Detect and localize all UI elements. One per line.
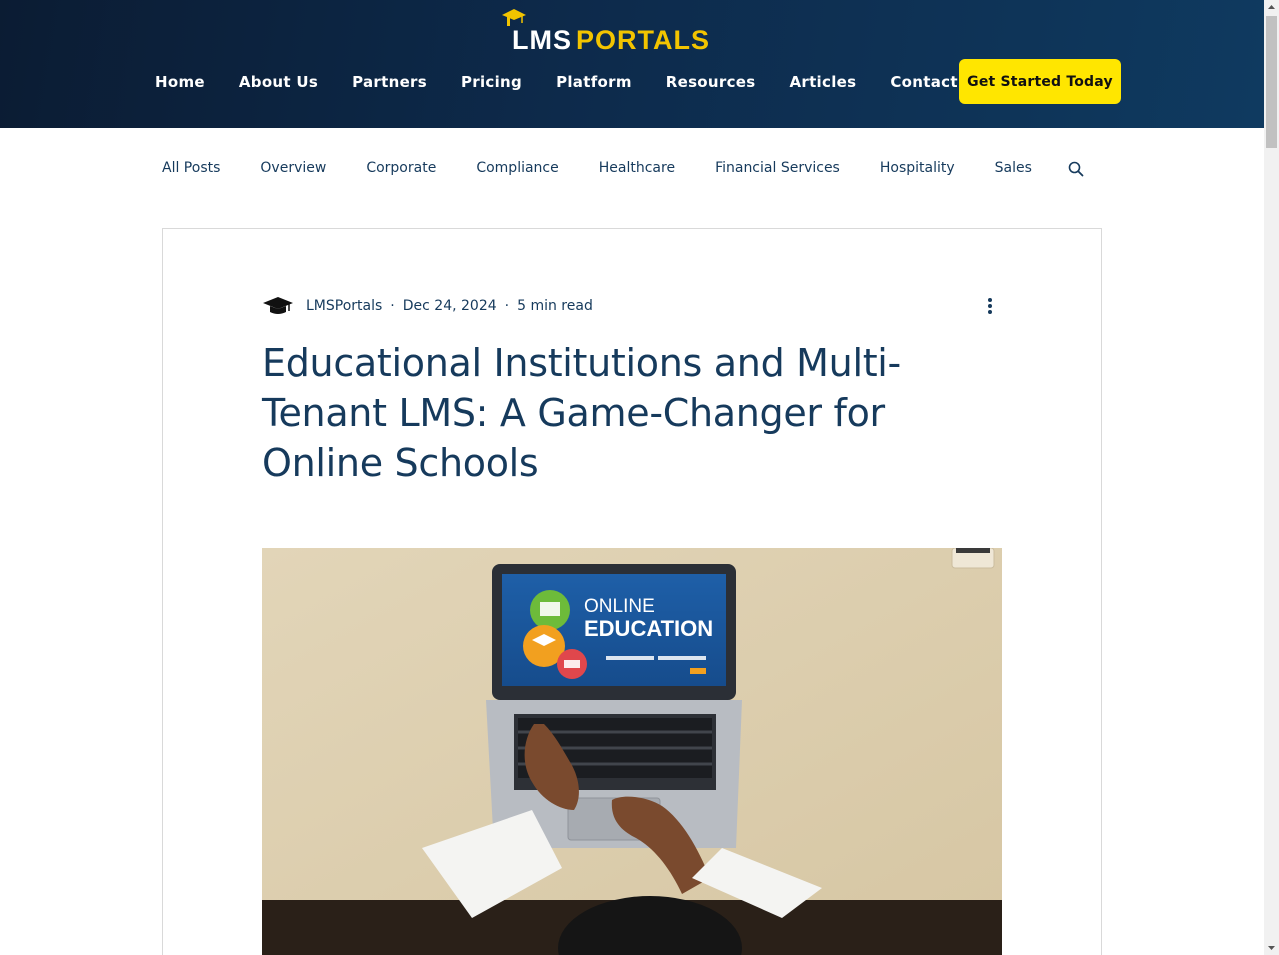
meta-separator: · — [504, 298, 510, 314]
site-header: LMS PORTALS Home About Us Partners Prici… — [0, 0, 1264, 128]
post-hero-image: ONLINE EDUCATION — [262, 548, 1002, 955]
search-icon[interactable] — [1067, 160, 1085, 178]
get-started-button[interactable]: Get Started Today — [959, 59, 1121, 104]
main-nav: Home About Us Partners Pricing Platform … — [138, 64, 1002, 100]
blog-category-bar: All Posts Overview Corporate Compliance … — [162, 150, 1102, 186]
nav-articles[interactable]: Articles — [772, 73, 873, 91]
category-healthcare[interactable]: Healthcare — [599, 160, 675, 176]
post-author[interactable]: LMSPortals — [306, 298, 382, 314]
nav-about-us[interactable]: About Us — [222, 73, 335, 91]
more-vertical-icon[interactable] — [982, 296, 998, 316]
logo-text-portals: PORTALS — [576, 25, 710, 55]
scrollbar-thumb[interactable] — [1266, 16, 1277, 148]
page-scrollbar[interactable] — [1264, 0, 1279, 955]
nav-resources[interactable]: Resources — [649, 73, 773, 91]
meta-separator: · — [390, 298, 395, 314]
site-logo[interactable]: LMS PORTALS — [500, 9, 710, 55]
laptop-photo-illustration: ONLINE EDUCATION — [262, 548, 1002, 955]
category-all-posts[interactable]: All Posts — [162, 160, 220, 176]
category-financial-services[interactable]: Financial Services — [715, 160, 840, 176]
nav-platform[interactable]: Platform — [539, 73, 649, 91]
scroll-down-arrow-icon[interactable] — [1264, 940, 1279, 955]
post-meta: LMSPortals · Dec 24, 2024 · 5 min read — [262, 292, 593, 320]
category-compliance[interactable]: Compliance — [476, 160, 558, 176]
nav-partners[interactable]: Partners — [335, 73, 444, 91]
nav-home[interactable]: Home — [138, 73, 222, 91]
post-read-time: 5 min read — [517, 298, 593, 314]
scroll-up-arrow-icon[interactable] — [1264, 0, 1279, 15]
post-title: Educational Institutions and Multi-Tenan… — [262, 341, 901, 485]
category-hospitality[interactable]: Hospitality — [880, 160, 955, 176]
logo-text-lms: LMS — [512, 25, 572, 55]
graduation-cap-icon[interactable] — [262, 292, 294, 320]
screen-title-line2: EDUCATION — [584, 616, 713, 641]
post-date: Dec 24, 2024 — [402, 298, 497, 314]
nav-pricing[interactable]: Pricing — [444, 73, 539, 91]
category-overview[interactable]: Overview — [260, 160, 326, 176]
category-corporate[interactable]: Corporate — [366, 160, 436, 176]
screen-title-line1: ONLINE — [584, 596, 655, 617]
category-sales[interactable]: Sales — [995, 160, 1032, 176]
